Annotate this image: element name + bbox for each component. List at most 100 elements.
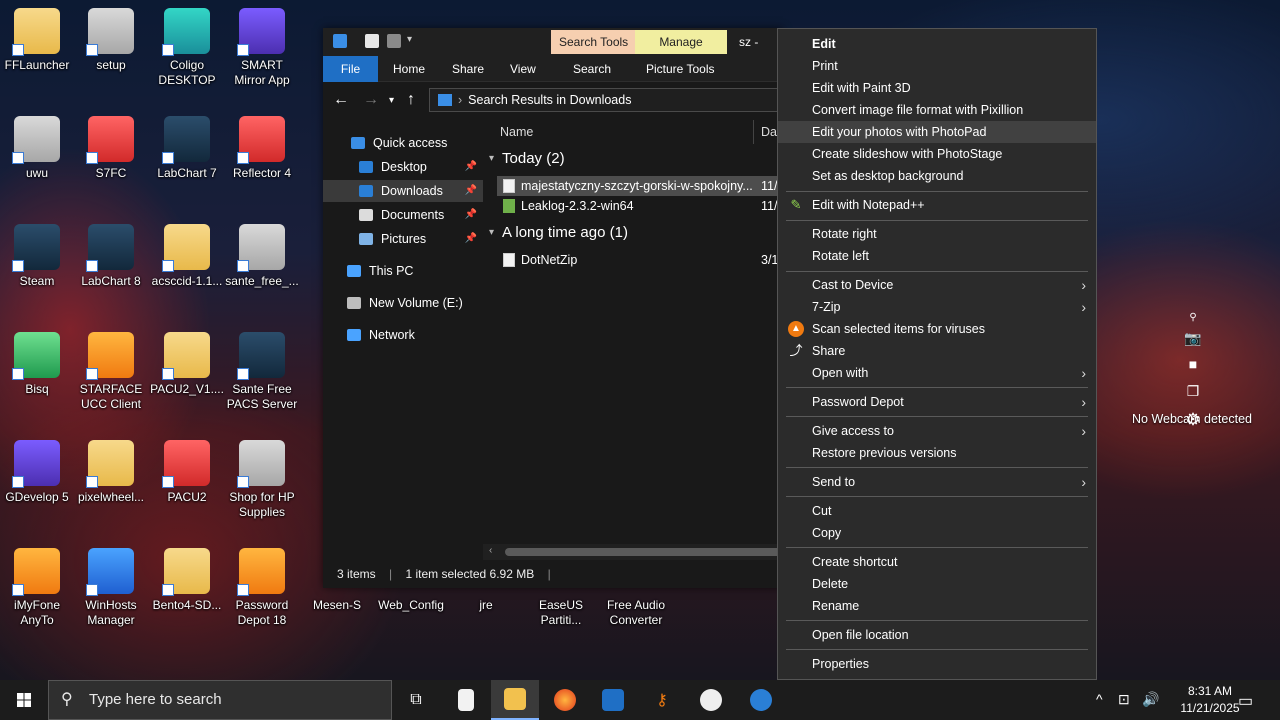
tab-search-tools[interactable]: Search Tools xyxy=(551,30,637,54)
desktop-icon-labchart7[interactable]: LabChart 7 xyxy=(150,116,224,181)
desktop-icon-starface[interactable]: STARFACE UCC Client xyxy=(74,332,148,412)
nav-downloads[interactable]: Downloads 📌 xyxy=(323,180,483,202)
desktop-icon-winhosts[interactable]: WinHosts Manager xyxy=(74,548,148,628)
menu-item-photopad[interactable]: Edit your photos with PhotoPad xyxy=(778,121,1096,143)
desktop-icon-pacu2-v1[interactable]: PACU2_V1.... xyxy=(150,332,224,397)
menu-item-open-file-location[interactable]: Open file location xyxy=(778,624,1096,646)
group-header-long-ago[interactable]: ▾ A long time ago (1) xyxy=(489,224,628,241)
desktop-icon-pixelwheel[interactable]: pixelwheel... xyxy=(74,440,148,505)
nav-network[interactable]: Network xyxy=(347,324,415,346)
pin-icon[interactable]: 📌 xyxy=(465,156,477,178)
desktop-icon-free-audio[interactable]: Free Audio Converter xyxy=(599,598,673,628)
menu-item-copy[interactable]: Copy xyxy=(778,522,1096,544)
menu-item-rotate-left[interactable]: Rotate left xyxy=(778,245,1096,267)
customize-qat-chevron-icon[interactable]: ▾ xyxy=(407,34,417,48)
windows-icon[interactable]: ❐ xyxy=(1183,383,1203,399)
link-icon[interactable]: ⚲ xyxy=(1183,312,1203,328)
desktop-icon-gdevelop[interactable]: GDevelop 5 xyxy=(0,440,74,505)
tab-home[interactable]: Home xyxy=(393,56,425,82)
menu-item-rename[interactable]: Rename xyxy=(778,595,1096,617)
horizontal-scrollbar[interactable]: ‹ xyxy=(483,544,783,560)
new-folder-qat-icon[interactable] xyxy=(387,34,401,48)
address-bar[interactable]: › Search Results in Downloads xyxy=(429,88,783,112)
nav-pictures[interactable]: Pictures 📌 xyxy=(359,228,483,250)
desktop-icon-bisq[interactable]: Bisq xyxy=(0,332,74,397)
desktop-icon-s7fc[interactable]: S7FC xyxy=(74,116,148,181)
desktop-icon-steam[interactable]: Steam xyxy=(0,224,74,289)
desktop-icon-web-config[interactable]: Web_Config xyxy=(374,598,448,613)
menu-item-send-to[interactable]: Send to › xyxy=(778,471,1096,493)
menu-item-7zip[interactable]: 7-Zip › xyxy=(778,296,1096,318)
back-arrow-icon[interactable]: ← xyxy=(333,91,349,109)
pin-icon[interactable]: 📌 xyxy=(465,180,477,202)
menu-item-scan-viruses[interactable]: ▲ Scan selected items for viruses xyxy=(778,318,1096,340)
menu-item-cut[interactable]: Cut xyxy=(778,500,1096,522)
desktop-icon-uwu[interactable]: uwu xyxy=(0,116,74,181)
taskbar-notepad[interactable] xyxy=(442,680,490,720)
taskbar-key-app[interactable]: ⚷ xyxy=(638,680,686,720)
menu-item-print[interactable]: Print xyxy=(778,55,1096,77)
tab-share[interactable]: Share xyxy=(452,56,484,82)
taskbar-search-input[interactable]: ⚲ Type here to search xyxy=(48,680,392,720)
desktop-icon-labchart8[interactable]: LabChart 8 xyxy=(74,224,148,289)
camera-icon[interactable]: 📷 xyxy=(1183,330,1203,346)
tab-search[interactable]: Search xyxy=(573,56,611,82)
forward-arrow-icon[interactable]: → xyxy=(363,91,379,109)
desktop-icon-password-depot[interactable]: Password Depot 18 xyxy=(225,548,299,628)
tab-manage[interactable]: Manage xyxy=(635,30,727,54)
notifications-icon[interactable]: ▭ xyxy=(1238,691,1253,711)
taskbar-app-blue[interactable] xyxy=(737,680,785,720)
tab-picture-tools[interactable]: Picture Tools xyxy=(646,56,714,82)
menu-item-restore-versions[interactable]: Restore previous versions xyxy=(778,442,1096,464)
tab-file[interactable]: File xyxy=(323,56,378,82)
taskbar-app-a[interactable] xyxy=(687,680,735,720)
column-divider[interactable] xyxy=(753,120,754,144)
taskbar-file-explorer[interactable] xyxy=(491,680,539,720)
file-row-leaklog[interactable]: Leaklog-2.3.2-win64 11/ xyxy=(497,196,783,216)
file-row-dotnetzip[interactable]: DotNetZip 3/1 xyxy=(497,250,783,270)
video-icon[interactable]: ■ xyxy=(1183,356,1203,372)
column-header-name[interactable]: Name xyxy=(500,120,533,144)
task-view-button[interactable]: ⧉ xyxy=(392,680,440,720)
desktop-icon-mesen[interactable]: Mesen-S xyxy=(300,598,374,613)
desktop-icon-imyfone[interactable]: iMyFone AnyTo xyxy=(0,548,74,628)
nav-desktop[interactable]: Desktop 📌 xyxy=(359,156,483,178)
nav-this-pc[interactable]: This PC xyxy=(347,260,413,282)
desktop-icon-jre[interactable]: jre xyxy=(449,598,523,613)
pin-icon[interactable]: 📌 xyxy=(465,228,477,250)
desktop-icon-easeus[interactable]: EaseUS Partiti... xyxy=(524,598,598,628)
recent-locations-chevron-icon[interactable]: ▾ xyxy=(389,95,394,106)
menu-item-delete[interactable]: Delete xyxy=(778,573,1096,595)
menu-item-give-access[interactable]: Give access to › xyxy=(778,420,1096,442)
desktop-icon-bento4[interactable]: Bento4-SD... xyxy=(150,548,224,613)
menu-item-set-background[interactable]: Set as desktop background xyxy=(778,165,1096,187)
menu-item-pixillion[interactable]: Convert image file format with Pixillion xyxy=(778,99,1096,121)
desktop-icon-pacu2[interactable]: PACU2 xyxy=(150,440,224,505)
desktop-icon-setup[interactable]: setup xyxy=(74,8,148,73)
desktop-icon-smart-mirror[interactable]: SMART Mirror App xyxy=(225,8,299,88)
volume-icon[interactable]: 🔊 xyxy=(1142,691,1159,708)
scroll-left-icon[interactable]: ‹ xyxy=(489,545,492,556)
network-icon[interactable]: ⊡ xyxy=(1118,691,1130,708)
desktop-icon-hp-supplies[interactable]: Shop for HP Supplies xyxy=(225,440,299,520)
menu-item-paint3d[interactable]: Edit with Paint 3D xyxy=(778,77,1096,99)
desktop-icon-fflauncher[interactable]: FFLauncher xyxy=(0,8,74,73)
menu-item-password-depot[interactable]: Password Depot › xyxy=(778,391,1096,413)
taskbar-outlook[interactable] xyxy=(589,680,637,720)
menu-item-open-with[interactable]: Open with › xyxy=(778,362,1096,384)
desktop-icon-acsccid[interactable]: acsccid-1.1... xyxy=(150,224,224,289)
up-arrow-icon[interactable]: ↑ xyxy=(407,91,415,109)
menu-item-share[interactable]: ⤴ Share xyxy=(778,340,1096,362)
nav-quick-access[interactable]: Quick access xyxy=(351,132,447,154)
show-hidden-icons-chevron-icon[interactable]: ^ xyxy=(1096,691,1103,707)
desktop-icon-sante-free[interactable]: sante_free_... xyxy=(225,224,299,289)
group-header-today[interactable]: ▾ Today (2) xyxy=(489,150,565,167)
taskbar-firefox[interactable] xyxy=(541,680,589,720)
menu-item-cast-to-device[interactable]: Cast to Device › xyxy=(778,274,1096,296)
file-row-majestatyczny[interactable]: majestatyczny-szczyt-gorski-w-spokojny..… xyxy=(497,176,783,196)
tab-view[interactable]: View xyxy=(510,56,536,82)
nav-documents[interactable]: Documents 📌 xyxy=(359,204,483,226)
menu-item-properties[interactable]: Properties xyxy=(778,653,1096,675)
menu-item-edit[interactable]: Edit xyxy=(778,33,1096,55)
scrollbar-thumb[interactable] xyxy=(505,548,783,556)
